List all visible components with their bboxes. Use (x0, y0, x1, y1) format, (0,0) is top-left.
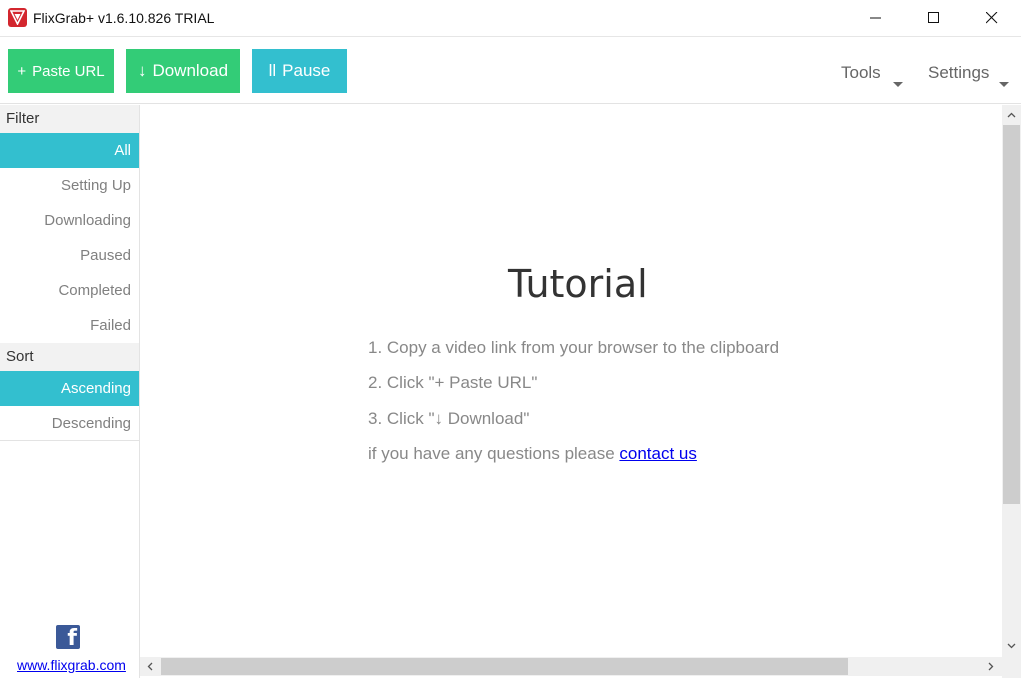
scroll-left-icon[interactable] (146, 662, 155, 671)
sort-header: Sort (0, 343, 139, 371)
filter-header: Filter (0, 105, 139, 133)
maximize-button[interactable] (905, 0, 963, 37)
scroll-down-icon[interactable] (1007, 641, 1016, 650)
filter-item-all[interactable]: All (0, 133, 139, 168)
sort-item-ascending[interactable]: Ascending (0, 371, 139, 406)
filter-item-downloading[interactable]: Downloading (0, 203, 139, 238)
filter-item-failed[interactable]: Failed (0, 308, 139, 343)
maximize-icon (928, 12, 939, 23)
minimize-icon (870, 17, 881, 19)
tools-menu[interactable]: Tools (841, 63, 881, 83)
settings-menu[interactable]: Settings (928, 63, 989, 83)
download-label: Download (152, 61, 229, 80)
pause-button[interactable]: ll Pause (252, 49, 347, 93)
tutorial-contact-line: if you have any questions please contact… (368, 444, 697, 464)
scrollbar-corner (1002, 657, 1021, 678)
toolbar: + Paste URL ↓ Download ll Pause Tools Se… (0, 37, 1021, 104)
vertical-scroll-thumb[interactable] (1003, 125, 1020, 504)
tutorial-step-1: 1. Copy a video link from your browser t… (368, 338, 780, 357)
pause-label: Pause (282, 61, 331, 80)
sidebar-divider (0, 440, 139, 441)
contact-us-link[interactable]: contact us (619, 444, 697, 463)
download-button[interactable]: ↓ Download (126, 49, 240, 93)
horizontal-scroll-thumb[interactable] (161, 658, 848, 675)
tutorial-step-2: 2. Click "+ Paste URL" (368, 373, 538, 392)
filter-item-completed[interactable]: Completed (0, 273, 139, 308)
window-title: FlixGrab+ v1.6.10.826 TRIAL (33, 10, 215, 26)
horizontal-scrollbar[interactable] (140, 657, 1002, 676)
facebook-icon[interactable]: f (56, 625, 80, 651)
main-content: Tutorial 1. Copy a video link from your … (140, 105, 1002, 657)
plus-icon: + (17, 62, 27, 80)
tools-dropdown-icon[interactable] (893, 82, 903, 87)
website-link[interactable]: www.flixgrab.com (17, 657, 126, 673)
close-icon (986, 12, 998, 24)
settings-dropdown-icon[interactable] (999, 82, 1009, 87)
tutorial-title: Tutorial (508, 262, 648, 306)
sidebar: Filter All Setting Up Downloading Paused… (0, 105, 140, 678)
filter-item-paused[interactable]: Paused (0, 238, 139, 273)
arrow-down-icon: ↓ (137, 61, 147, 80)
paste-url-label: Paste URL (32, 62, 105, 80)
contact-prefix: if you have any questions please (368, 444, 620, 463)
paste-url-button[interactable]: + Paste URL (8, 49, 114, 93)
sort-item-descending[interactable]: Descending (0, 406, 139, 441)
vertical-scrollbar[interactable] (1002, 105, 1021, 657)
pause-icon: ll (268, 61, 277, 80)
scroll-up-icon[interactable] (1007, 111, 1016, 120)
scroll-right-icon[interactable] (986, 662, 995, 671)
title-bar: FlixGrab+ v1.6.10.826 TRIAL (0, 0, 1021, 37)
tutorial-step-3: 3. Click "↓ Download" (368, 409, 530, 428)
close-button[interactable] (963, 0, 1021, 37)
flixgrab-logo-icon (8, 8, 27, 27)
filter-item-setting-up[interactable]: Setting Up (0, 168, 139, 203)
minimize-button[interactable] (847, 0, 905, 37)
